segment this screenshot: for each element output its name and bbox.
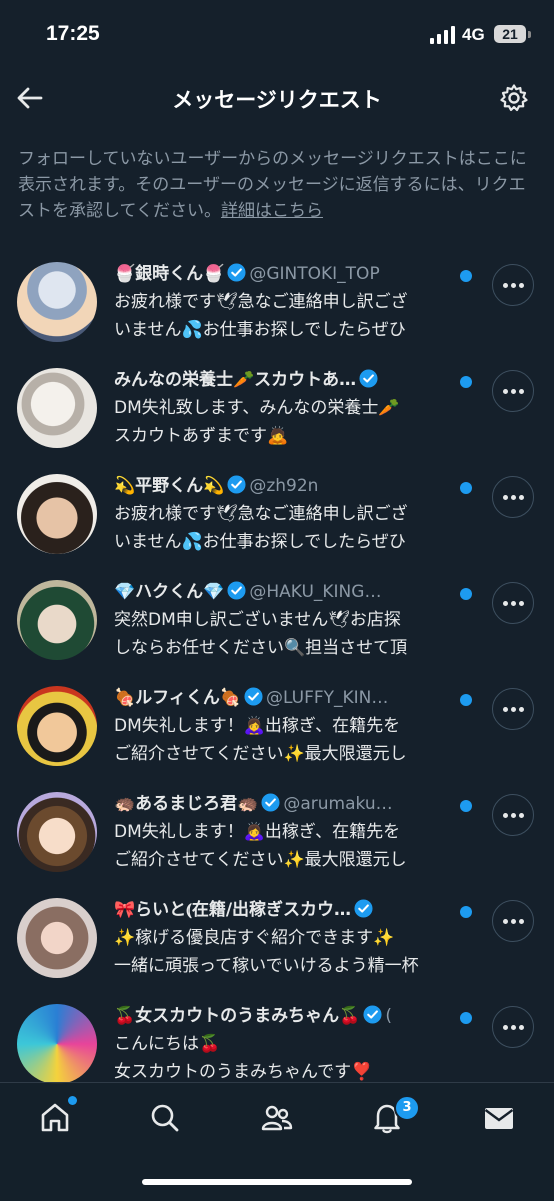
message-preview-line: ご紹介させてください✨最大限還元し <box>114 850 407 870</box>
home-indicator <box>142 1179 412 1185</box>
home-unread-dot <box>68 1096 77 1105</box>
notifications-badge: 3 <box>394 1095 420 1121</box>
message-preview-line: スカウトあずまです🙇 <box>114 426 289 446</box>
unread-indicator <box>460 376 472 388</box>
verified-badge-icon <box>363 1005 382 1024</box>
request-notice: フォローしていないユーザーからのメッセージリクエストはここに表示されます。そのユ… <box>18 146 540 224</box>
communities-icon[interactable] <box>260 1101 294 1135</box>
message-preview-line: DM失礼します！🙇‍♀️出稼ぎ、在籍先を <box>114 716 401 736</box>
sender-handle: @GINTOKI_TOP <box>249 264 380 284</box>
message-preview-line: いません💦お仕事お探しでしたらぜひ <box>114 532 406 552</box>
list-item[interactable]: 🍧銀時くん🍧 @GINTOKI_TOP お疲れ様です🕊急なご連絡申し訳ござ いませ… <box>0 256 554 362</box>
avatar[interactable] <box>17 1004 97 1084</box>
learn-more-link[interactable]: 詳細はこちら <box>221 201 323 221</box>
battery-tip <box>528 31 531 38</box>
list-item[interactable]: みんなの栄養士🥕スカウトあ… DM失礼致します、みんなの栄養士🥕 スカウトあずま… <box>0 362 554 468</box>
list-item[interactable]: 🎀らいと⦅在籍/出稼ぎスカウ… ✨稼げる優良店すぐ紹介できます✨ 一緒に頑張って… <box>0 892 554 998</box>
avatar[interactable] <box>17 792 97 872</box>
sender-name: 🦔あるまじろ君🦔 <box>114 794 259 814</box>
avatar[interactable] <box>17 580 97 660</box>
status-bar: 17:25 4G 21 <box>0 0 554 64</box>
sender-name: 🍖ルフィくん🍖 <box>114 688 241 708</box>
sender-handle: @LUFFY_KIN… <box>266 688 389 708</box>
more-options-button[interactable] <box>492 264 534 306</box>
unread-indicator <box>460 270 472 282</box>
more-options-button[interactable] <box>492 900 534 942</box>
message-preview-line: ご紹介させてください✨最大限還元し <box>114 744 407 764</box>
verified-badge-icon <box>227 475 246 494</box>
avatar[interactable] <box>17 474 97 554</box>
message-preview-line: 一緒に頑張って稼いでいけるよう精一杯 <box>114 956 419 976</box>
network-label: 4G <box>462 25 485 44</box>
unread-indicator <box>460 1012 472 1024</box>
list-item[interactable]: 🍖ルフィくん🍖 @LUFFY_KIN… DM失礼します！🙇‍♀️出稼ぎ、在籍先を … <box>0 680 554 786</box>
avatar[interactable] <box>17 686 97 766</box>
unread-indicator <box>460 800 472 812</box>
message-preview-line: しならお任せください🔍担当させて頂 <box>114 638 408 658</box>
sender-handle: ( <box>385 1006 392 1026</box>
sender-name: 🍒女スカウトのうまみちゃん🍒 <box>114 1006 361 1026</box>
message-preview-line: お疲れ様です🕊急なご連絡申し訳ござ <box>114 504 408 524</box>
avatar[interactable] <box>17 898 97 978</box>
message-preview-line: 突然DM申し訳ございません🕊お店探 <box>114 610 401 630</box>
home-icon[interactable] <box>38 1101 72 1135</box>
search-icon[interactable] <box>148 1101 182 1135</box>
more-options-button[interactable] <box>492 1006 534 1048</box>
list-item[interactable]: 💫平野くん💫 @zh92n お疲れ様です🕊急なご連絡申し訳ござ いません💦お仕事お… <box>0 468 554 574</box>
header: メッセージリクエスト <box>0 72 554 124</box>
signal-icon <box>430 26 455 44</box>
verified-badge-icon <box>354 899 373 918</box>
sender-name: 💫平野くん💫 <box>114 476 225 496</box>
verified-badge-icon <box>244 687 263 706</box>
more-options-button[interactable] <box>492 794 534 836</box>
verified-badge-icon <box>227 263 246 282</box>
unread-indicator <box>460 482 472 494</box>
message-preview-line: DM失礼致します、みんなの栄養士🥕 <box>114 398 400 418</box>
unread-indicator <box>460 906 472 918</box>
messages-icon[interactable] <box>482 1101 516 1135</box>
message-preview-line: こんにちは🍒 <box>114 1034 221 1054</box>
verified-badge-icon <box>227 581 246 600</box>
sender-handle: @HAKU_KING… <box>249 582 382 602</box>
battery-icon: 21 <box>494 25 526 43</box>
sender-name: 💎ハクくん💎 <box>114 582 225 602</box>
message-preview-line: お疲れ様です🕊急なご連絡申し訳ござ <box>114 292 408 312</box>
message-preview-line: いません💦お仕事お探しでしたらぜひ <box>114 320 406 340</box>
more-options-button[interactable] <box>492 370 534 412</box>
verified-badge-icon <box>261 793 280 812</box>
unread-indicator <box>460 588 472 600</box>
more-options-button[interactable] <box>492 688 534 730</box>
list-item[interactable]: 🦔あるまじろ君🦔 @arumaku… DM失礼します！🙇‍♀️出稼ぎ、在籍先を ご… <box>0 786 554 892</box>
message-preview-line: DM失礼します！🙇‍♀️出稼ぎ、在籍先を <box>114 822 401 842</box>
status-time: 17:25 <box>46 22 100 45</box>
avatar[interactable] <box>17 262 97 342</box>
sender-name: 🍧銀時くん🍧 <box>114 264 225 284</box>
sender-name: みんなの栄養士🥕スカウトあ… <box>114 370 357 390</box>
more-options-button[interactable] <box>492 582 534 624</box>
verified-badge-icon <box>359 369 378 388</box>
list-item[interactable]: 💎ハクくん💎 @HAKU_KING… 突然DM申し訳ございません🕊お店探 しならお… <box>0 574 554 680</box>
message-preview-line: ✨稼げる優良店すぐ紹介できます✨ <box>114 928 395 948</box>
unread-indicator <box>460 694 472 706</box>
sender-handle: @arumaku… <box>283 794 393 814</box>
sender-name: 🎀らいと⦅在籍/出稼ぎスカウ… <box>114 900 352 920</box>
avatar[interactable] <box>17 368 97 448</box>
more-options-button[interactable] <box>492 476 534 518</box>
sender-handle: @zh92n <box>249 476 319 496</box>
page-title: メッセージリクエスト <box>172 88 382 112</box>
gear-icon[interactable] <box>498 82 530 114</box>
